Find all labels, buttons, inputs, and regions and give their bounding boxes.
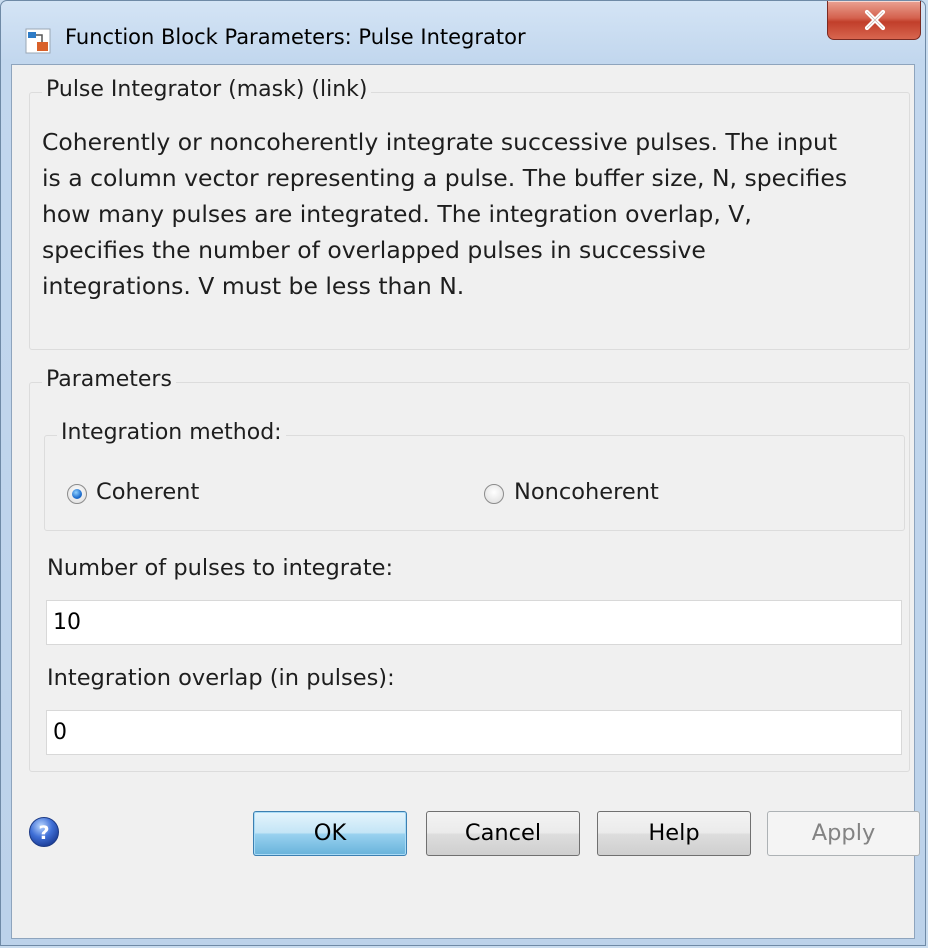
simulink-block-icon xyxy=(25,28,51,54)
coherent-radio[interactable] xyxy=(67,484,87,504)
dialog-window: Function Block Parameters: Pulse Integra… xyxy=(0,0,926,946)
help-button[interactable]: Help xyxy=(597,811,751,856)
noncoherent-radio-label[interactable]: Noncoherent xyxy=(514,479,659,505)
close-button[interactable] xyxy=(827,1,921,40)
noncoherent-radio[interactable] xyxy=(484,484,504,504)
parameters-group-legend: Parameters xyxy=(42,367,176,392)
description-line: Coherently or noncoherently integrate su… xyxy=(42,128,838,156)
integration-method-legend: Integration method: xyxy=(57,420,286,445)
description-line: how many pulses are integrated. The inte… xyxy=(42,200,752,228)
description-line: specifies the number of overlapped pulse… xyxy=(42,236,706,264)
description-group-legend: Pulse Integrator (mask) (link) xyxy=(42,77,372,102)
block-description: Coherently or noncoherently integrate su… xyxy=(42,124,922,304)
coherent-radio-label[interactable]: Coherent xyxy=(96,479,199,505)
window-title: Function Block Parameters: Pulse Integra… xyxy=(65,25,526,49)
ok-button[interactable]: OK xyxy=(253,811,407,856)
num-pulses-label: Number of pulses to integrate: xyxy=(47,555,394,581)
description-line: is a column vector representing a pulse.… xyxy=(42,164,848,192)
help-question-icon[interactable]: ? xyxy=(28,816,60,848)
apply-button: Apply xyxy=(767,811,920,856)
svg-text:?: ? xyxy=(38,822,49,844)
cancel-button[interactable]: Cancel xyxy=(426,811,580,856)
description-line: integrations. V must be less than N. xyxy=(42,272,465,300)
close-icon xyxy=(864,9,886,31)
num-pulses-input[interactable] xyxy=(46,600,902,645)
overlap-label: Integration overlap (in pulses): xyxy=(47,665,395,691)
overlap-input[interactable] xyxy=(46,710,902,755)
dialog-client-area: Pulse Integrator (mask) (link) Coherentl… xyxy=(11,64,920,939)
